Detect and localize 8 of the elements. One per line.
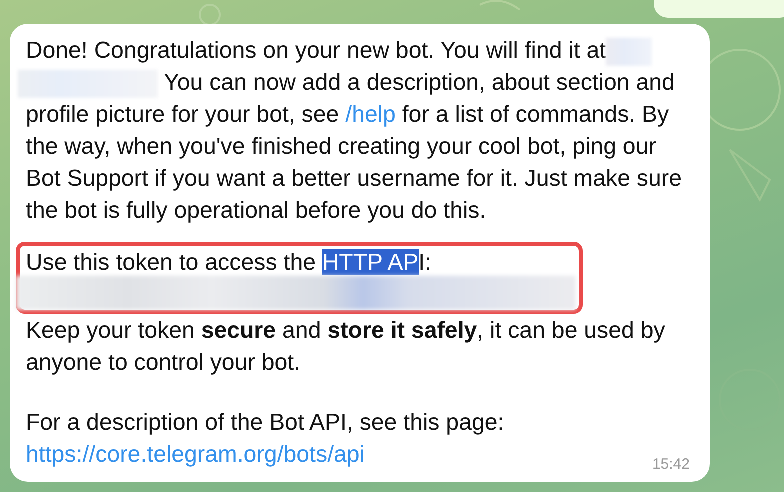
help-link[interactable]: /help <box>346 101 396 127</box>
message-text: Keep your token secure and store it safely, it can be used by anyone to control your bot. <box>26 316 666 377</box>
message-text: For a description of the Bot API, see this page: https://core.telegram.org/bots/api <box>26 408 506 469</box>
message-time: 15:42 <box>652 456 690 474</box>
token-label: Use this token to access the HTTP API: <box>26 248 433 277</box>
message-text: Done! Congratulations on your new bot. You will find it at You can now add a description, about section and profile picture for your bot, see /help for a list of commands. By the way, when you've finished creating your cool bot, ping our Bot Support if you want a better username for it. Just make sure the bot is fully operational before you do this. <box>26 34 694 226</box>
api-link[interactable]: https://core.telegram.org/bots/api <box>26 441 365 467</box>
redaction-blur <box>606 38 652 66</box>
